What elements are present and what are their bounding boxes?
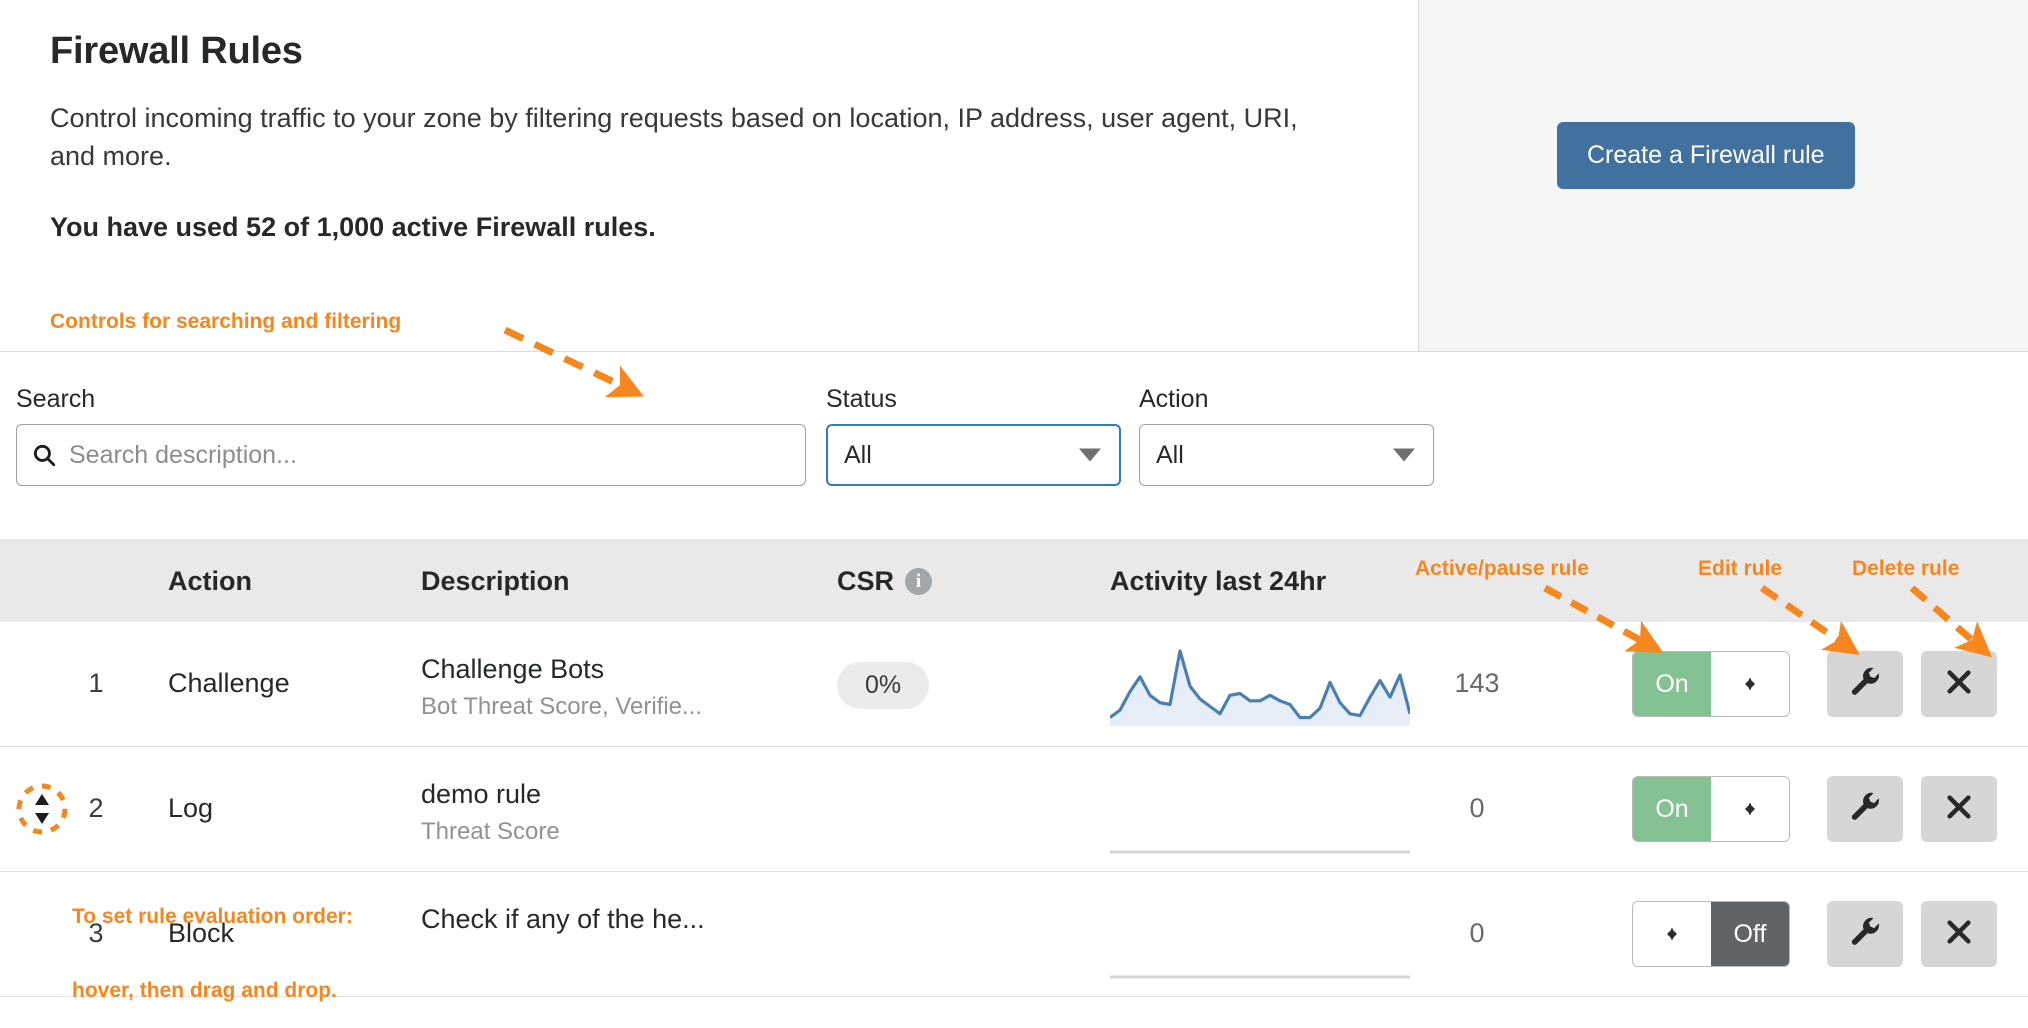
rule-enable-toggle[interactable]: On [1632, 651, 1790, 717]
rule-csr-cell: 0% [837, 662, 929, 709]
toggle-handle[interactable] [1711, 652, 1789, 716]
search-label: Search [16, 385, 806, 414]
rule-action: Challenge [168, 668, 290, 699]
annotation-search-filter: Controls for searching and filtering [50, 310, 401, 335]
column-header-action: Action [168, 566, 252, 597]
close-x-icon [1943, 916, 1975, 953]
search-field-group: Search [16, 385, 806, 486]
filter-bar: Search Status All Action All [0, 352, 2028, 539]
annotation-edit-rule: Edit rule [1698, 557, 1782, 582]
column-header-csr-label: CSR [837, 566, 894, 596]
toggle-label-on: On [1633, 652, 1711, 716]
rule-description: Challenge Bots [421, 654, 702, 685]
edit-rule-button[interactable] [1827, 901, 1903, 967]
toggle-switch[interactable]: On [1632, 651, 1790, 717]
toggle-label-on: On [1633, 777, 1711, 841]
toggle-handle[interactable] [1633, 902, 1711, 966]
annotation-rule-ordering-line1: To set rule evaluation order: [72, 905, 353, 930]
chevron-down-icon [1393, 449, 1415, 462]
action-select[interactable]: All [1139, 424, 1434, 486]
chevron-down-icon [1079, 449, 1101, 462]
status-select[interactable]: All [826, 424, 1121, 486]
annotation-rule-ordering-line2: hover, then drag and drop. [72, 979, 353, 1004]
table-row[interactable]: 1 Challenge Challenge Bots Bot Threat Score… [0, 622, 2028, 747]
status-label: Status [826, 385, 1121, 414]
page-description: Control incoming traffic to your zone by… [50, 99, 1340, 176]
rule-description-sub: Threat Score [421, 818, 560, 846]
close-x-icon [1943, 666, 1975, 703]
action-label: Action [1139, 385, 1434, 414]
rule-index: 1 [73, 668, 119, 699]
annotation-delete-rule: Delete rule [1852, 557, 1959, 582]
rule-index: 2 [73, 793, 119, 824]
status-badge: 0% [837, 662, 929, 709]
action-field-group: Action All [1139, 385, 1434, 486]
wrench-icon [1848, 665, 1882, 704]
rule-description-sub: Bot Threat Score, Verifie... [421, 693, 702, 721]
rule-action: Log [168, 793, 213, 824]
close-x-icon [1943, 791, 1975, 828]
rule-enable-toggle[interactable]: Off [1632, 901, 1790, 967]
activity-count: 0 [1442, 793, 1512, 824]
delete-rule-button[interactable] [1921, 651, 1997, 717]
rule-description-cell: Challenge Bots Bot Threat Score, Verifie.… [421, 654, 702, 721]
search-icon [31, 442, 57, 468]
rule-enable-toggle[interactable]: On [1632, 776, 1790, 842]
activity-count: 143 [1442, 668, 1512, 699]
delete-rule-button[interactable] [1921, 901, 1997, 967]
annotation-rule-ordering: To set rule evaluation order: hover, the… [72, 855, 353, 1028]
toggle-handle[interactable] [1711, 777, 1789, 841]
rule-description: demo rule [421, 779, 560, 810]
column-header-csr: CSR i [837, 566, 932, 597]
rule-description: Check if any of the he... [421, 904, 705, 935]
page-title: Firewall Rules [50, 30, 1368, 73]
action-select-value: All [1156, 441, 1184, 470]
column-header-activity: Activity last 24hr [1110, 566, 1420, 597]
wrench-icon [1848, 790, 1882, 829]
delete-rule-button[interactable] [1921, 776, 1997, 842]
create-firewall-rule-button[interactable]: Create a Firewall rule [1557, 122, 1855, 189]
status-select-value: All [844, 441, 872, 470]
header-right-panel: Create a Firewall rule [1419, 0, 2028, 351]
column-header-description: Description [421, 566, 570, 597]
annotation-active-pause: Active/pause rule [1415, 557, 1589, 582]
activity-count: 0 [1442, 918, 1512, 949]
wrench-icon [1848, 915, 1882, 954]
toggle-switch[interactable]: On [1632, 776, 1790, 842]
info-icon[interactable]: i [905, 568, 932, 595]
header-left-panel: Firewall Rules Control incoming traffic … [0, 0, 1419, 351]
rule-usage-text: You have used 52 of 1,000 active Firewal… [50, 212, 1368, 243]
status-field-group: Status All [826, 385, 1121, 486]
edit-rule-button[interactable] [1827, 776, 1903, 842]
toggle-label-off: Off [1711, 902, 1789, 966]
search-input[interactable] [67, 440, 791, 471]
activity-sparkline [1110, 777, 1420, 860]
edit-rule-button[interactable] [1827, 651, 1903, 717]
page-header: Firewall Rules Control incoming traffic … [0, 0, 2028, 352]
toggle-switch[interactable]: Off [1632, 901, 1790, 967]
drag-updown-icon[interactable] [14, 781, 70, 837]
rule-description-cell: Check if any of the he... [421, 904, 705, 935]
search-box[interactable] [16, 424, 806, 486]
activity-sparkline [1110, 902, 1420, 985]
activity-sparkline [1110, 648, 1420, 731]
rule-description-cell: demo rule Threat Score [421, 779, 560, 846]
table-row[interactable]: 2 Log demo rule Threat Score 0 On [0, 747, 2028, 872]
